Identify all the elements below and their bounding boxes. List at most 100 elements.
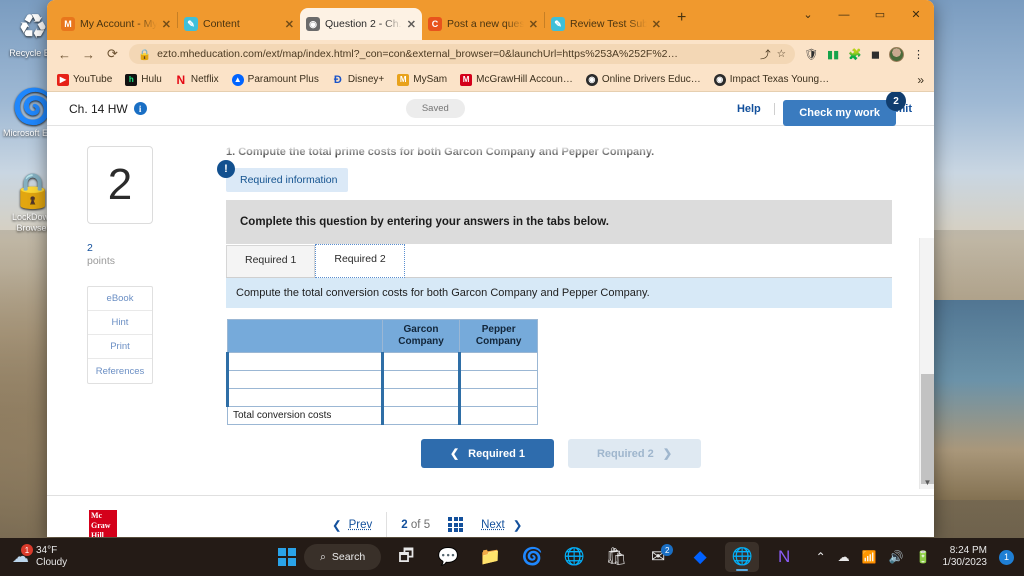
pepper-input-2[interactable] — [460, 371, 538, 389]
browser-tab-review-test[interactable]: ✎ Review Test Submis ✕ — [545, 8, 667, 40]
maximize-icon[interactable]: ▭ — [862, 0, 898, 30]
close-icon[interactable]: ✕ — [285, 18, 294, 31]
avatar[interactable] — [889, 47, 904, 62]
wifi-icon[interactable]: 📶 — [862, 550, 877, 564]
pepper-total-input[interactable] — [460, 407, 538, 425]
search-input[interactable]: ⌕ Search — [304, 544, 381, 570]
pepper-input-1[interactable] — [460, 353, 538, 371]
bookmark-online-drivers-ed[interactable]: ◉ Online Drivers Educ… — [586, 74, 701, 86]
microsoft-edge-icon[interactable]: 🌀 — [515, 542, 549, 572]
pencil-icon: ✎ — [551, 17, 565, 31]
browser-tab-my-account[interactable]: M My Account - MySa ✕ — [55, 8, 177, 40]
mail-icon[interactable]: ✉ 2 — [641, 542, 675, 572]
dropbox-icon[interactable]: ◆ — [683, 542, 717, 572]
grid-icon[interactable] — [448, 517, 463, 532]
google-chrome-icon[interactable]: 🌐 — [557, 542, 591, 572]
tab-search-chevron-icon[interactable]: ⌄ — [790, 0, 826, 30]
scrollbar-thumb[interactable] — [921, 374, 934, 484]
minimize-icon[interactable]: — — [826, 0, 862, 30]
prev-button[interactable]: Prev — [349, 519, 373, 531]
ebook-button[interactable]: eBook — [88, 287, 152, 311]
garcon-input-2[interactable] — [382, 371, 460, 389]
bookmark-impact-texas[interactable]: ◉ Impact Texas Young… — [714, 74, 829, 86]
forward-icon[interactable]: → — [81, 47, 96, 62]
garcon-input-1[interactable] — [382, 353, 460, 371]
file-explorer-icon[interactable]: 📁 — [473, 542, 507, 572]
volume-icon[interactable]: 🔊 — [889, 550, 904, 564]
mysam-icon: M — [397, 74, 409, 86]
shield-extension-icon[interactable]: 🛡 — [804, 48, 818, 61]
weather-badge: 1 — [21, 544, 33, 556]
weather-condition: Cloudy — [36, 557, 67, 569]
tab-required-1[interactable]: Required 1 — [226, 245, 315, 277]
chevron-up-icon[interactable]: ⌃ — [816, 550, 826, 564]
tab-title: Post a new question — [447, 18, 524, 30]
nav-required-1-button[interactable]: ❮ Required 1 — [421, 439, 554, 468]
points-block: 2 points — [87, 242, 179, 268]
info-icon[interactable]: i — [134, 102, 147, 115]
browser-tab-content[interactable]: ✎ Content ✕ — [178, 8, 300, 40]
address-bar[interactable]: 🔒 ezto.mheducation.com/ext/map/index.htm… — [129, 44, 795, 64]
task-view-icon[interactable]: 🗗 — [389, 542, 423, 572]
chevron-left-icon[interactable]: ❮ — [332, 518, 342, 532]
bookmark-hulu[interactable]: h Hulu — [125, 74, 162, 86]
chrome-menu-icon[interactable]: ⋮ — [913, 48, 924, 61]
onedrive-icon[interactable]: ☁ — [838, 550, 850, 564]
chrome-active-icon[interactable]: 🌐 — [725, 542, 759, 572]
close-icon[interactable]: ✕ — [162, 18, 171, 31]
cloud-icon: ☁ 1 — [12, 547, 29, 567]
square-extension-icon[interactable]: ◼ — [871, 48, 880, 61]
bookmarks-overflow-icon[interactable]: » — [917, 73, 924, 87]
print-button[interactable]: Print — [88, 335, 152, 359]
bookmark-mysam[interactable]: M MySam — [397, 74, 447, 86]
bookmark-mcgrawhill-account[interactable]: M McGrawHill Accoun… — [460, 74, 573, 86]
microsoft-store-icon[interactable]: 🛍 — [599, 542, 633, 572]
close-icon[interactable]: ✕ — [652, 18, 661, 31]
row-label-input-1[interactable] — [228, 353, 383, 371]
references-button[interactable]: References — [88, 359, 152, 383]
paramount-icon: ▲ — [232, 74, 244, 86]
start-button[interactable] — [278, 548, 296, 566]
next-button[interactable]: Next — [481, 519, 505, 531]
battery-icon[interactable]: 🔋 — [916, 550, 931, 564]
search-icon: ⌕ — [320, 551, 326, 564]
content-scrollbar[interactable]: ▼ — [919, 238, 934, 489]
onenote-icon[interactable]: N — [767, 542, 801, 572]
bookmark-label: Paramount Plus — [248, 74, 319, 85]
close-icon[interactable]: ✕ — [407, 18, 416, 31]
bookmark-paramount-plus[interactable]: ▲ Paramount Plus — [232, 74, 319, 86]
browser-tab-post-question[interactable]: C Post a new question ✕ — [422, 8, 544, 40]
grammarly-extension-icon[interactable]: ▮▮ — [827, 48, 839, 61]
share-icon[interactable]: ⤴ — [760, 47, 771, 62]
browser-tab-question-2[interactable]: ◉ Question 2 - Ch. 14 ✕ — [300, 8, 422, 40]
garcon-total-input[interactable] — [382, 407, 460, 425]
garcon-input-3[interactable] — [382, 389, 460, 407]
bookmarks-bar: ▶ YouTube h Hulu N Netflix ▲ Paramount P… — [47, 68, 934, 92]
tab-required-2[interactable]: Required 2 — [315, 244, 404, 278]
reload-icon[interactable]: ⟳ — [105, 46, 120, 62]
puzzle-extension-icon[interactable]: 🧩 — [848, 48, 862, 61]
row-label-input-3[interactable] — [228, 389, 383, 407]
help-link[interactable]: Help — [724, 103, 775, 115]
row-label-input-2[interactable] — [228, 371, 383, 389]
pepper-input-3[interactable] — [460, 389, 538, 407]
close-window-icon[interactable]: ✕ — [898, 0, 934, 30]
notification-badge[interactable]: 1 — [999, 550, 1014, 565]
close-icon[interactable]: ✕ — [529, 18, 538, 31]
hint-button[interactable]: Hint — [88, 311, 152, 335]
mheducation-icon: M — [61, 17, 75, 31]
taskbar-weather-widget[interactable]: ☁ 1 34°F Cloudy — [12, 545, 67, 569]
back-icon[interactable]: ← — [57, 47, 72, 62]
required-information-badge: ! Required information — [226, 168, 348, 192]
nav-required-2-button[interactable]: Required 2 ❯ — [568, 439, 701, 468]
bookmark-star-icon[interactable]: ☆ — [777, 48, 786, 60]
bookmark-youtube[interactable]: ▶ YouTube — [57, 74, 112, 86]
new-tab-button[interactable]: + — [667, 9, 696, 31]
scroll-down-arrow-icon[interactable]: ▼ — [920, 478, 934, 487]
chevron-right-icon[interactable]: ❯ — [513, 518, 523, 532]
bookmark-disney-plus[interactable]: Ð Disney+ — [332, 74, 384, 86]
check-my-work-button[interactable]: Check my work — [783, 100, 896, 126]
teams-icon[interactable]: 💬 — [431, 542, 465, 572]
clock[interactable]: 8:24 PM 1/30/2023 — [943, 545, 988, 569]
bookmark-netflix[interactable]: N Netflix — [175, 74, 219, 86]
